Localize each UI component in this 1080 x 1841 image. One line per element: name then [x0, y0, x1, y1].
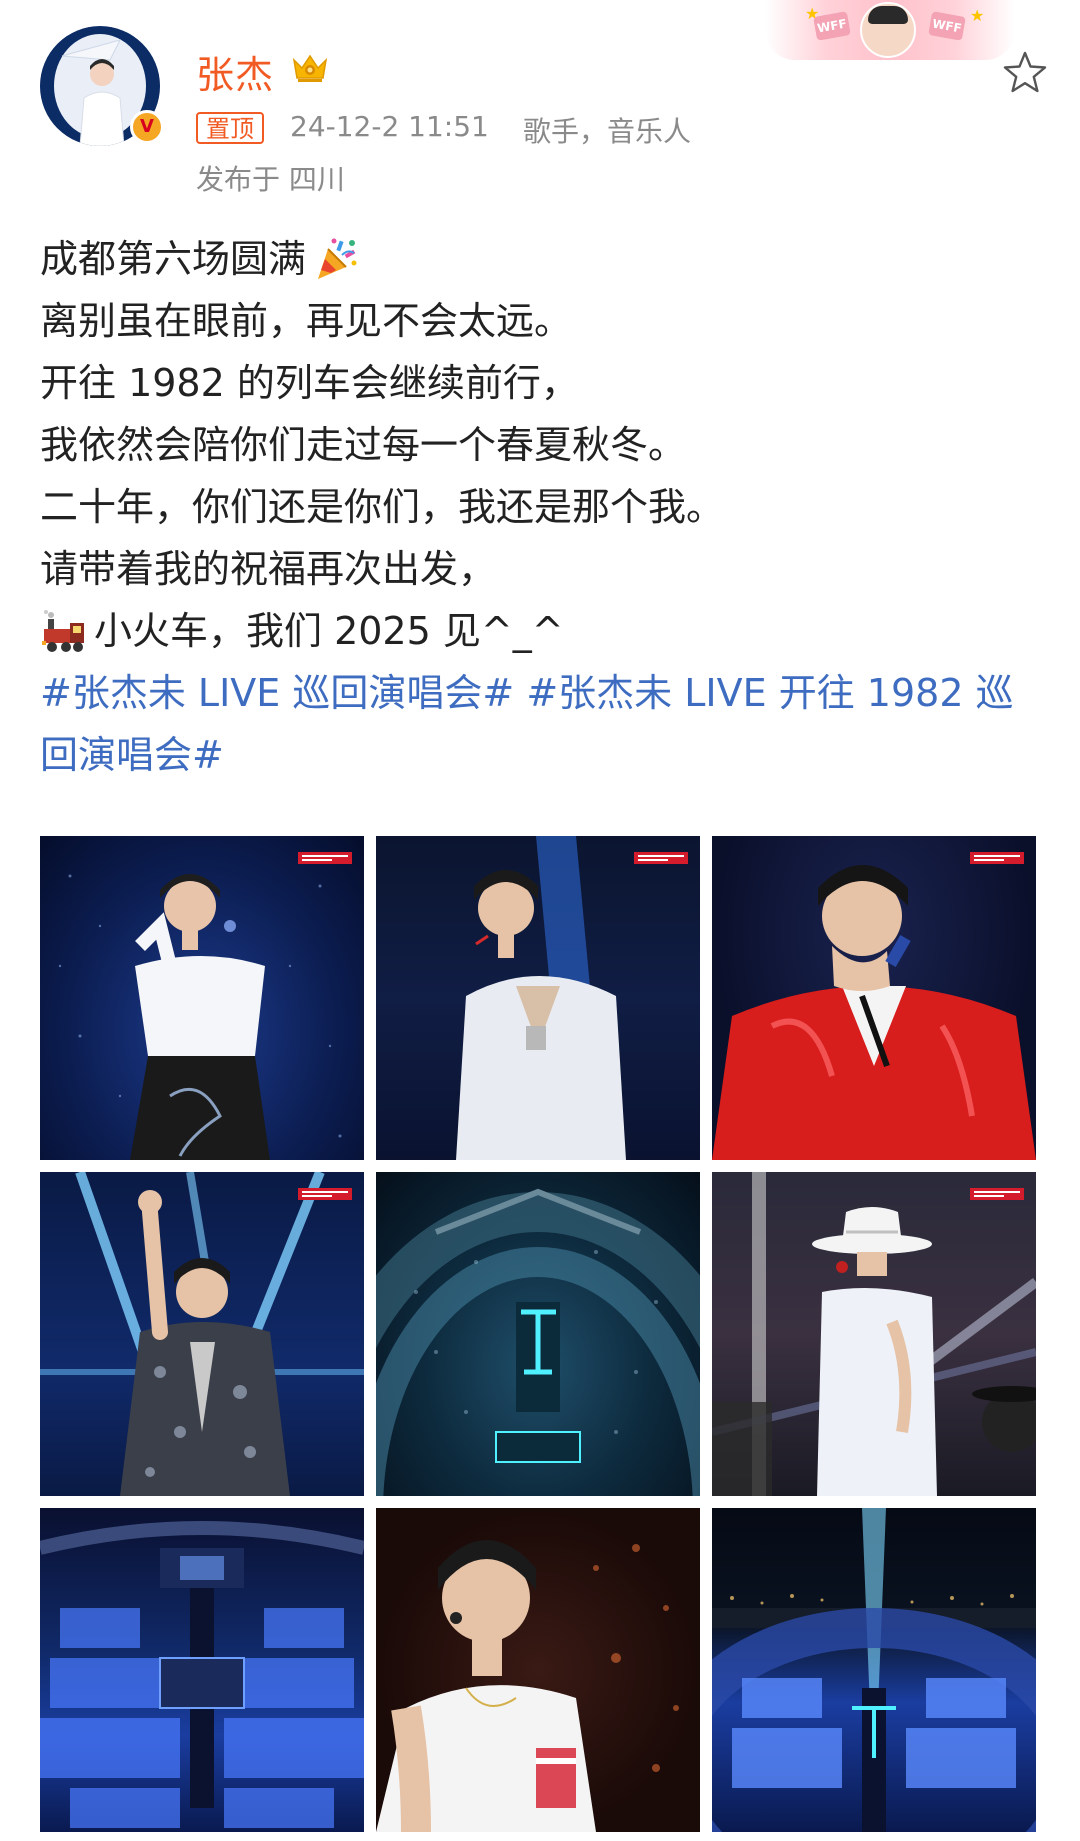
concert-photo-3[interactable]	[712, 836, 1036, 1160]
post-text-line: 离别虽在眼前，再见不会太远。	[40, 290, 1050, 352]
post-text-line-6: 请带着我的祝福再次出发，	[40, 547, 497, 591]
post-text-line-1: 成都第六场圆满	[40, 237, 307, 281]
concert-photo-9[interactable]	[712, 1508, 1036, 1832]
post-text-line: 请带着我的祝福再次出发，	[40, 538, 1050, 600]
concert-photo-7-image	[40, 1521, 364, 1828]
banner-avatar-icon	[860, 2, 916, 58]
concert-photo-3-image	[712, 865, 1036, 1160]
banner-tag-left: WFF	[813, 11, 851, 41]
star-icon[interactable]	[1000, 48, 1050, 98]
verified-badge-icon: V	[130, 110, 164, 144]
concert-photo-6[interactable]	[712, 1172, 1036, 1496]
post-text-line: 开往 1982 的列车会继续前行，	[40, 352, 1050, 414]
concert-photo-9-image	[712, 1508, 1036, 1832]
author-tags: 歌手，音乐人	[523, 115, 692, 148]
post-text-line-7: 小火车，我们 2025 见^_^	[94, 609, 564, 653]
post-text-line: 小火车，我们 2025 见^_^	[40, 600, 1050, 662]
post-text-line-5: 二十年，你们还是你们，我还是那个我。	[40, 485, 725, 529]
tour-logo-icon	[634, 852, 688, 864]
concert-photo-6-image	[712, 1172, 1036, 1496]
concert-photo-1-image	[58, 874, 342, 1160]
author-name[interactable]: 张杰	[196, 44, 274, 99]
post-text-line-2: 离别虽在眼前，再见不会太远。	[40, 299, 573, 343]
decoration-banner[interactable]: ★ ★ WFF WFF	[765, 0, 1015, 60]
post-text-line: 二十年，你们还是你们，我还是那个我。	[40, 476, 1050, 538]
post-location: 发布于 四川	[196, 163, 345, 196]
post-text-line-3: 开往 1982 的列车会继续前行，	[40, 361, 579, 405]
concert-photo-4[interactable]	[40, 1172, 364, 1496]
concert-photo-8[interactable]	[376, 1508, 700, 1832]
tour-logo-icon	[970, 1188, 1024, 1200]
concert-photo-2-image	[456, 836, 626, 1160]
party-popper-icon	[318, 238, 357, 279]
post-header: V 张杰 置顶 24-12-2 11:51 歌手，音乐人 发布于 四川 ★ ★ …	[0, 0, 1080, 196]
crown-icon	[292, 54, 328, 82]
tour-logo-icon	[298, 852, 352, 864]
post-text-line: 我依然会陪你们走过每一个春夏秋冬。	[40, 414, 1050, 476]
photo-grid	[40, 836, 1050, 1836]
concert-photo-5[interactable]	[376, 1172, 700, 1496]
concert-photo-7[interactable]	[40, 1508, 364, 1832]
banner-tag-right: WFF	[928, 11, 966, 41]
concert-photo-8-image	[376, 1540, 679, 1832]
post-text-line-4: 我依然会陪你们走过每一个春夏秋冬。	[40, 423, 687, 467]
concert-photo-4-image	[40, 1172, 364, 1496]
pinned-badge: 置顶	[196, 112, 264, 144]
post-text-line: 成都第六场圆满	[40, 228, 1050, 290]
concert-photo-5-image	[376, 1188, 700, 1496]
banner-star-icon: ★	[970, 6, 985, 25]
train-icon	[42, 610, 84, 652]
author-avatar[interactable]: V	[40, 26, 164, 146]
hashtag-block: #张杰未 LIVE 巡回演唱会# #张杰未 LIVE 开往 1982 巡回演唱会…	[40, 662, 1050, 786]
hashtag-link-1[interactable]: #张杰未 LIVE 巡回演唱会#	[40, 671, 514, 715]
concert-photo-2[interactable]	[376, 836, 700, 1160]
verified-badge-letter: V	[140, 116, 154, 137]
post-content: 成都第六场圆满 离别虽在眼前，再见不会太远。 开往 1982 的列车会继续前行，…	[40, 228, 1050, 786]
tour-logo-icon	[970, 852, 1024, 864]
post-timestamp: 24-12-2 11:51	[290, 110, 489, 143]
tour-logo-icon	[298, 1188, 352, 1200]
concert-photo-1[interactable]	[40, 836, 364, 1160]
